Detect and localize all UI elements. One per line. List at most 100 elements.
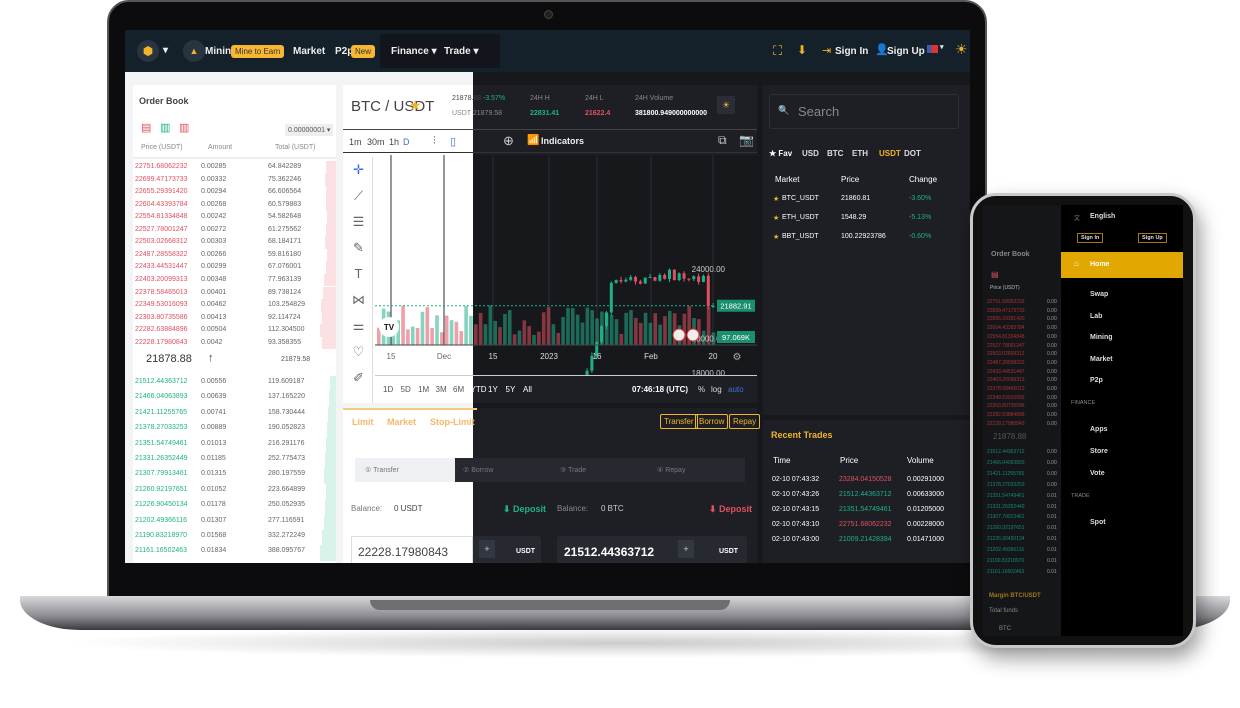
percent-toggle[interactable]: %	[698, 385, 705, 394]
logo-icon[interactable]: ⬢	[137, 40, 159, 62]
borrow-button[interactable]: Borrow	[695, 414, 729, 429]
phone-menu-spot[interactable]: Spot	[1090, 519, 1106, 526]
nav-finance[interactable]: Finance ▾	[391, 46, 437, 57]
step-trade: ③ Trade	[560, 467, 587, 474]
phone-sign-in[interactable]: Sign In	[1077, 233, 1104, 243]
phone-menu-market[interactable]: Market	[1090, 356, 1113, 363]
order-book-title: Order Book	[139, 96, 189, 106]
market-tab[interactable]: ETH	[852, 149, 868, 158]
ruler-icon[interactable]: ✐	[345, 365, 372, 391]
favorite-star-icon[interactable]: ★	[409, 97, 422, 114]
range-5d[interactable]: 5D	[401, 385, 411, 394]
phone-menu-home[interactable]: ⌂ Home	[1061, 252, 1183, 278]
both-view-icon[interactable]: ▤	[141, 121, 151, 134]
order-total: 60.579883	[268, 200, 302, 208]
phone-sign-up[interactable]: Sign Up	[1138, 233, 1167, 243]
phone-menu-apps[interactable]: Apps	[1090, 426, 1108, 433]
range-3m[interactable]: 3M	[436, 385, 447, 394]
tab-market[interactable]: Market	[387, 417, 416, 427]
range-1d[interactable]: 1D	[383, 385, 393, 394]
add-indicator-icon[interactable]: ⊕	[503, 133, 514, 149]
nav-trade[interactable]: Trade ▾	[444, 46, 478, 57]
theme-sun-icon[interactable]: ☀	[955, 41, 968, 58]
candle-type-icon[interactable]: ▯	[450, 135, 456, 148]
market-tab[interactable]: ★ Fav	[769, 149, 792, 158]
deposit-label: Deposit	[719, 504, 753, 514]
auto-toggle[interactable]: auto	[728, 385, 744, 394]
repay-button[interactable]: Repay	[729, 414, 761, 429]
sign-in-link[interactable]: Sign In	[835, 46, 868, 57]
range-1y[interactable]: 1Y	[488, 385, 498, 394]
nav-market[interactable]: Market	[293, 46, 325, 57]
bar-type-icon[interactable]: ⫶	[433, 135, 436, 148]
recent-trades-panel: Recent Trades Time Price Volume 02-10 07…	[763, 420, 970, 563]
camera-icon[interactable]: 📷	[739, 133, 754, 147]
phone-language[interactable]: English	[1090, 213, 1115, 220]
sell-plus-button[interactable]: +	[678, 540, 694, 558]
chart-theme-icon[interactable]: ☀	[717, 96, 735, 114]
order-amount: 0.0042	[201, 338, 223, 346]
range-5y[interactable]: 5Y	[506, 385, 516, 394]
market-tab[interactable]: BTC	[827, 149, 843, 158]
buy-deposit-link[interactable]: ⬇ Deposit	[503, 504, 546, 515]
transfer-button[interactable]: Transfer	[660, 414, 698, 429]
phone-menu-store[interactable]: Store	[1090, 448, 1108, 455]
phone-menu-mining[interactable]: Mining	[1090, 334, 1113, 341]
crosshair-icon[interactable]: ✛	[345, 157, 372, 183]
interval-1m[interactable]: 1m	[349, 137, 362, 147]
sell-balance-label: Balance:	[557, 504, 589, 513]
phone-menu-swap[interactable]: Swap	[1090, 291, 1108, 298]
phone-bid-row: 21190.83218970 0.01	[987, 558, 1057, 564]
candle-body	[643, 277, 647, 284]
x-tick: 2023	[540, 352, 558, 361]
tab-limit[interactable]: Limit	[352, 417, 374, 427]
phone-menu-lab[interactable]: Lab	[1090, 313, 1102, 320]
order-price: 22403.20099313	[135, 275, 188, 283]
range-ytd[interactable]: YTD	[471, 385, 487, 394]
market-tab[interactable]: DOT	[904, 149, 921, 158]
pattern-icon[interactable]: ⋈	[345, 287, 372, 313]
sell-price-input[interactable]: 21512.44363712 + USDT	[557, 536, 747, 563]
trendline-icon[interactable]: ⟋	[345, 183, 372, 209]
precision-select[interactable]: 0.00000001 ▾	[285, 124, 334, 136]
language-dropdown-icon[interactable]: ▾	[940, 43, 944, 51]
interval-30m[interactable]: 30m	[367, 137, 385, 147]
fullscreen-icon[interactable]: ⛶	[773, 43, 782, 59]
market-search-input[interactable]: 🔍 Search	[769, 94, 959, 129]
buy-plus-button[interactable]: +	[479, 540, 495, 558]
fib-icon[interactable]: ☰	[345, 209, 372, 235]
order-total: 59.816180	[268, 250, 302, 258]
x-tick: Feb	[644, 352, 658, 361]
candlestick-chart[interactable]: 24000.0020000.0018000.0016000.0021882.91…	[375, 155, 757, 375]
log-toggle[interactable]: log	[711, 385, 722, 394]
step-repay: ④ Repay	[657, 467, 686, 474]
text-icon[interactable]: T	[345, 261, 372, 287]
sign-up-link[interactable]: Sign Up	[887, 46, 925, 57]
brush-icon[interactable]: ✎	[345, 235, 372, 261]
market-price: 100.22923786	[841, 233, 886, 240]
tab-stop-limit[interactable]: Stop-Limit	[430, 417, 475, 427]
asks-view-icon[interactable]: ▥	[179, 121, 189, 134]
sell-deposit-link[interactable]: ⬇ Deposit	[709, 504, 752, 515]
market-tab[interactable]: USDT	[879, 149, 901, 158]
bids-view-icon[interactable]: ▥	[160, 121, 170, 134]
popout-icon[interactable]: ⧉	[718, 133, 727, 148]
interval-1h[interactable]: 1h	[389, 137, 399, 147]
indicators-button[interactable]: Indicators	[541, 136, 584, 146]
range-all[interactable]: All	[523, 385, 532, 394]
candle-body	[711, 306, 715, 308]
interval-d[interactable]: D	[403, 137, 410, 147]
market-tab[interactable]: USD	[802, 149, 819, 158]
measure-icon[interactable]: ⚌	[345, 313, 372, 339]
phone-menu-vote[interactable]: Vote	[1090, 470, 1105, 477]
buy-price-input[interactable]: 22228.17980843 + USDT	[351, 536, 541, 563]
range-1m[interactable]: 1M	[418, 385, 429, 394]
heart-icon[interactable]: ♡	[345, 339, 372, 365]
price-header: Price	[841, 175, 860, 184]
logo-dropdown-icon[interactable]: ▾	[163, 45, 168, 56]
volume-bar	[546, 307, 551, 345]
phone-menu-p2p[interactable]: P2p	[1090, 377, 1103, 384]
us-flag-icon[interactable]	[927, 45, 938, 53]
download-icon[interactable]: ⬇	[797, 43, 807, 57]
range-6m[interactable]: 6M	[453, 385, 464, 394]
